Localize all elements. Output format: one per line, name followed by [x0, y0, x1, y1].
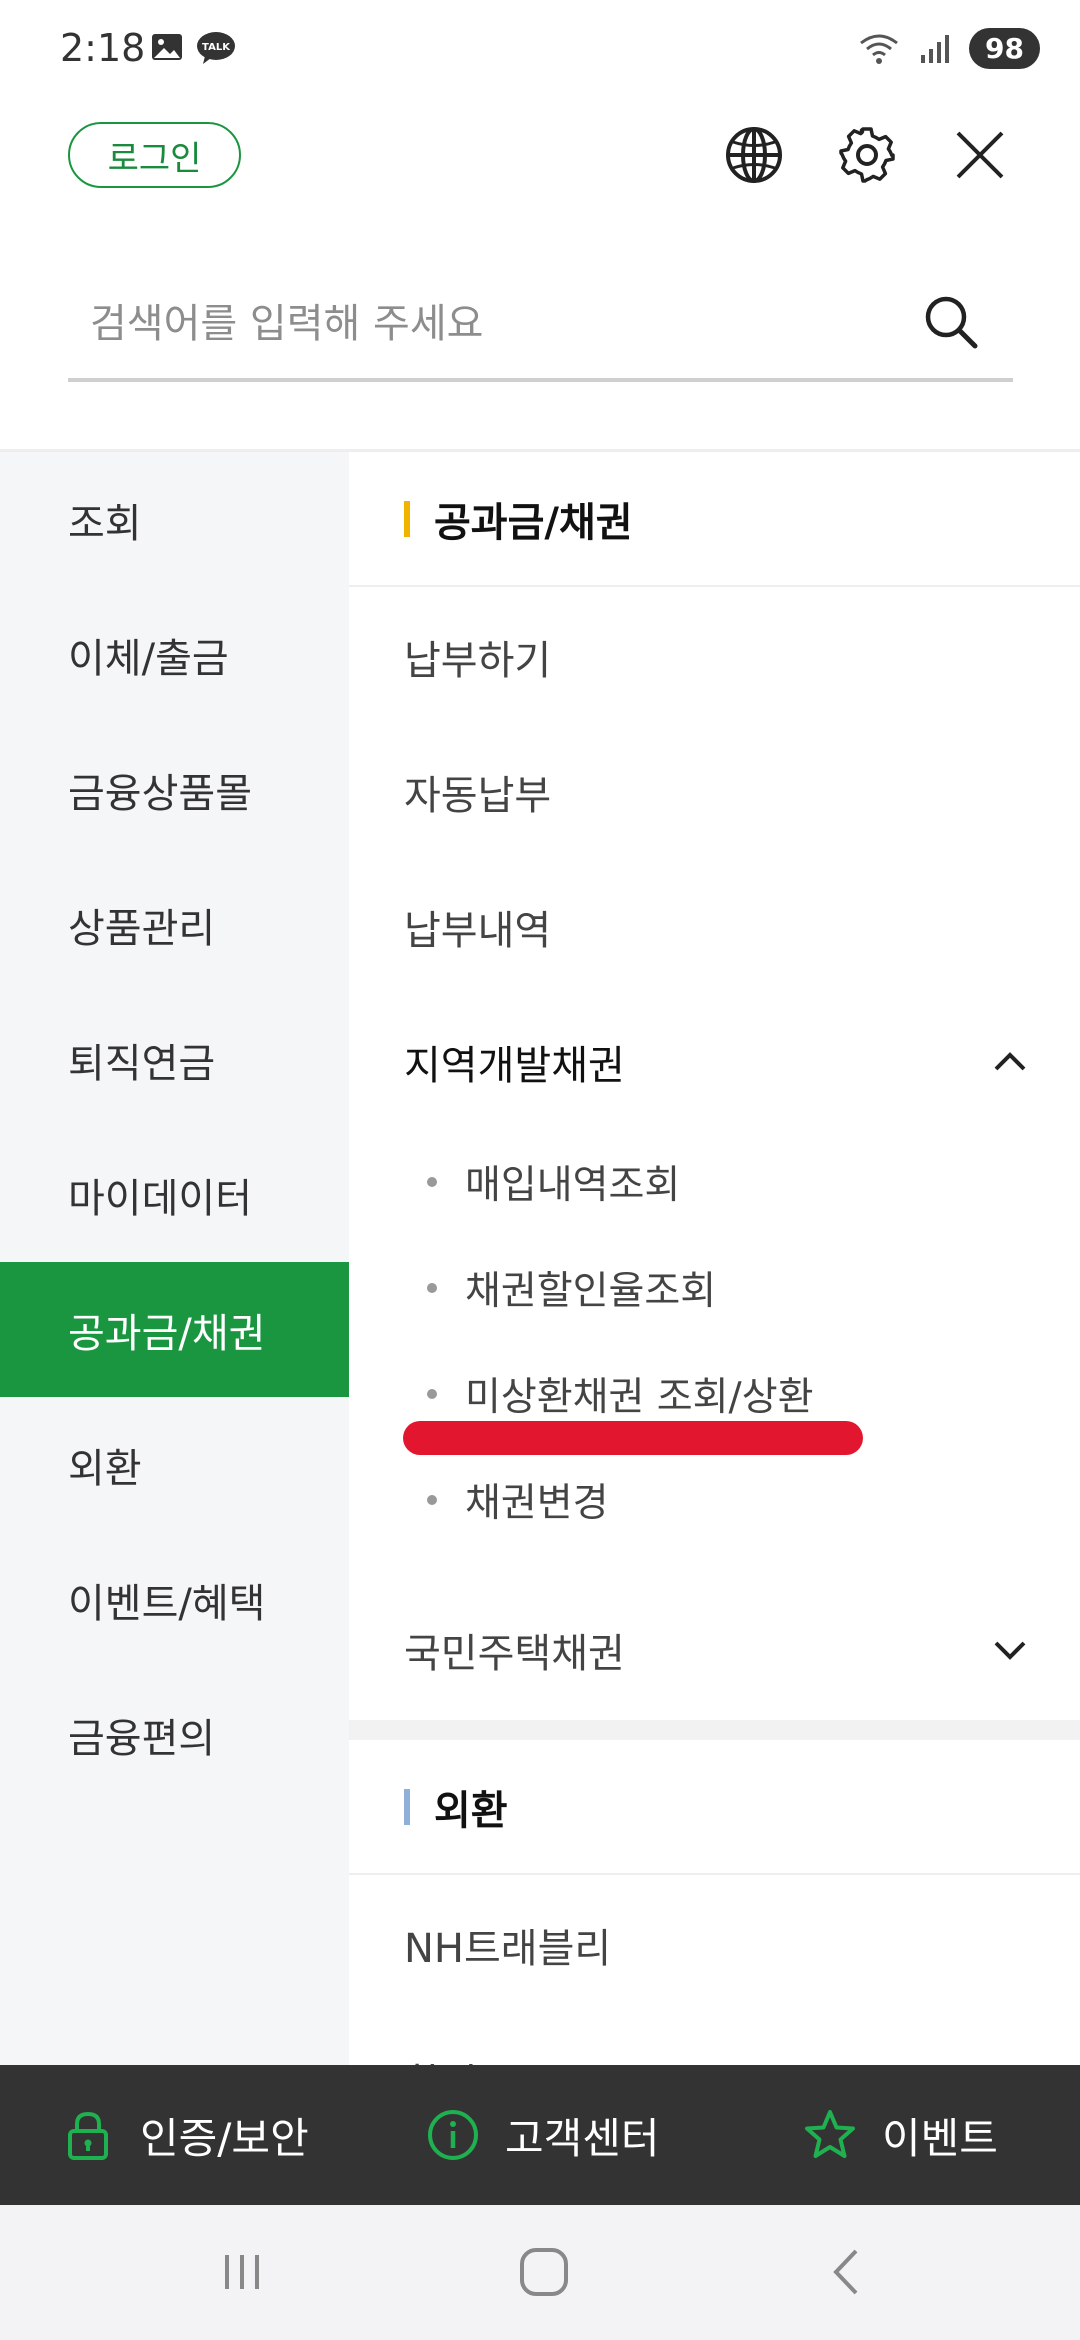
- bullet-dot: [427, 1283, 437, 1293]
- sidebar-item-foreign-exchange[interactable]: 외환: [0, 1397, 349, 1532]
- battery-indicator: 98: [969, 28, 1040, 69]
- menu-group-label: 국민주택채권: [404, 1630, 625, 1677]
- bullet-dot: [427, 1177, 437, 1187]
- close-button[interactable]: [945, 120, 1015, 190]
- sidebar-item-inquiry[interactable]: 조회: [0, 452, 349, 587]
- section-accent-bar: [404, 1788, 410, 1825]
- status-time: 2:18: [60, 26, 146, 70]
- sidebar-item-convenience[interactable]: 금융편의: [0, 1667, 349, 1802]
- section-divider: [349, 1720, 1080, 1740]
- chevron-up-icon[interactable]: [990, 1041, 1030, 1081]
- sub-item-label: 미상환채권 조회/상환: [465, 1375, 814, 1420]
- menu-item-exchange[interactable]: 환전: [349, 2012, 1080, 2066]
- wifi-icon: [860, 34, 898, 64]
- status-bar: 2:18 TALK 98: [0, 0, 1080, 100]
- sidebar-item-product-management[interactable]: 상품관리: [0, 857, 349, 992]
- menu-group-label: 지역개발채권: [404, 1042, 625, 1089]
- home-icon: [520, 2248, 568, 2296]
- section-accent-bar: [404, 500, 410, 537]
- red-highlight-underline: [403, 1421, 863, 1455]
- bullet-dot: [427, 1495, 437, 1505]
- sidebar-item-bills-bonds[interactable]: 공과금/채권: [0, 1262, 349, 1397]
- menu-group-regional-bond[interactable]: 지역개발채권: [349, 994, 1080, 1129]
- menu-item-payment-history[interactable]: 납부내역: [349, 859, 1080, 994]
- info-icon: [428, 2110, 478, 2160]
- language-button[interactable]: [719, 120, 789, 190]
- gear-icon: [839, 127, 895, 183]
- sidebar-item-mydata[interactable]: 마이데이터: [0, 1127, 349, 1262]
- section-header-bills-bonds: 공과금/채권: [349, 452, 1080, 587]
- menu-item-nh-travelly[interactable]: NH트래블리: [349, 1877, 1080, 2012]
- section-title: 외환: [434, 1787, 508, 1834]
- category-sidebar: 조회 이체/출금 금융상품몰 상품관리 퇴직연금 마이데이터 공과금/채권 외환…: [0, 452, 349, 2065]
- login-button[interactable]: 로그인: [68, 122, 241, 188]
- system-navigation-bar: [0, 2205, 1080, 2340]
- sub-item-label: 채권할인율조회: [465, 1269, 717, 1314]
- star-icon: [805, 2110, 855, 2158]
- menu-item-auto-payment[interactable]: 자동납부: [349, 724, 1080, 859]
- sub-item-label: 매입내역조회: [465, 1163, 681, 1208]
- section-title: 공과금/채권: [434, 499, 633, 546]
- signal-icon: [921, 34, 950, 63]
- chevron-down-icon[interactable]: [990, 1629, 1030, 1669]
- bullet-dot: [427, 1389, 437, 1399]
- back-button[interactable]: [812, 2237, 882, 2307]
- menu-item-payment[interactable]: 납부하기: [349, 589, 1080, 724]
- lock-icon: [68, 2111, 108, 2160]
- sub-item-discount-rate[interactable]: 채권할인율조회: [349, 1235, 1080, 1341]
- globe-icon: [726, 127, 782, 183]
- home-button[interactable]: [509, 2237, 579, 2307]
- sidebar-item-transfer[interactable]: 이체/출금: [0, 587, 349, 722]
- notification-icons: TALK: [150, 30, 236, 66]
- bottom-item-security[interactable]: 인증/보안: [60, 2065, 309, 2205]
- search-icon[interactable]: [919, 290, 983, 354]
- bottom-item-label: 이벤트: [882, 2113, 998, 2163]
- search-box: [68, 270, 1013, 382]
- sidebar-item-events[interactable]: 이벤트/혜택: [0, 1532, 349, 1667]
- sidebar-item-financial-mall[interactable]: 금융상품몰: [0, 722, 349, 857]
- bottom-item-customer-center[interactable]: 고객센터: [425, 2065, 660, 2205]
- bottom-item-label: 고객센터: [505, 2113, 660, 2163]
- search-input[interactable]: [90, 270, 890, 378]
- recent-apps-icon: [225, 2255, 259, 2289]
- section-header-foreign-exchange: 외환: [349, 1740, 1080, 1875]
- bottom-item-events[interactable]: 이벤트: [802, 2065, 998, 2205]
- talk-badge-text: TALK: [202, 42, 231, 53]
- gallery-icon: [152, 34, 182, 60]
- menu-group-national-housing-bond[interactable]: 국민주택채권: [349, 1582, 1080, 1717]
- sub-item-bond-change[interactable]: 채권변경: [349, 1447, 1080, 1553]
- close-icon: [956, 131, 1004, 179]
- bottom-quick-bar: 인증/보안 고객센터 이벤트: [0, 2065, 1080, 2205]
- menu-content: 공과금/채권 납부하기 자동납부 납부내역 지역개발채권 매입내역조회 채권할인…: [349, 452, 1080, 2065]
- sidebar-item-pension[interactable]: 퇴직연금: [0, 992, 349, 1127]
- kakaotalk-icon: TALK: [197, 32, 235, 64]
- sub-item-label: 채권변경: [465, 1481, 609, 1526]
- recent-apps-button[interactable]: [207, 2237, 277, 2307]
- back-icon: [833, 2249, 858, 2295]
- system-icons: 98: [857, 28, 1040, 69]
- sub-item-purchase-history[interactable]: 매입내역조회: [349, 1129, 1080, 1235]
- settings-button[interactable]: [832, 120, 902, 190]
- bottom-item-label: 인증/보안: [140, 2113, 309, 2163]
